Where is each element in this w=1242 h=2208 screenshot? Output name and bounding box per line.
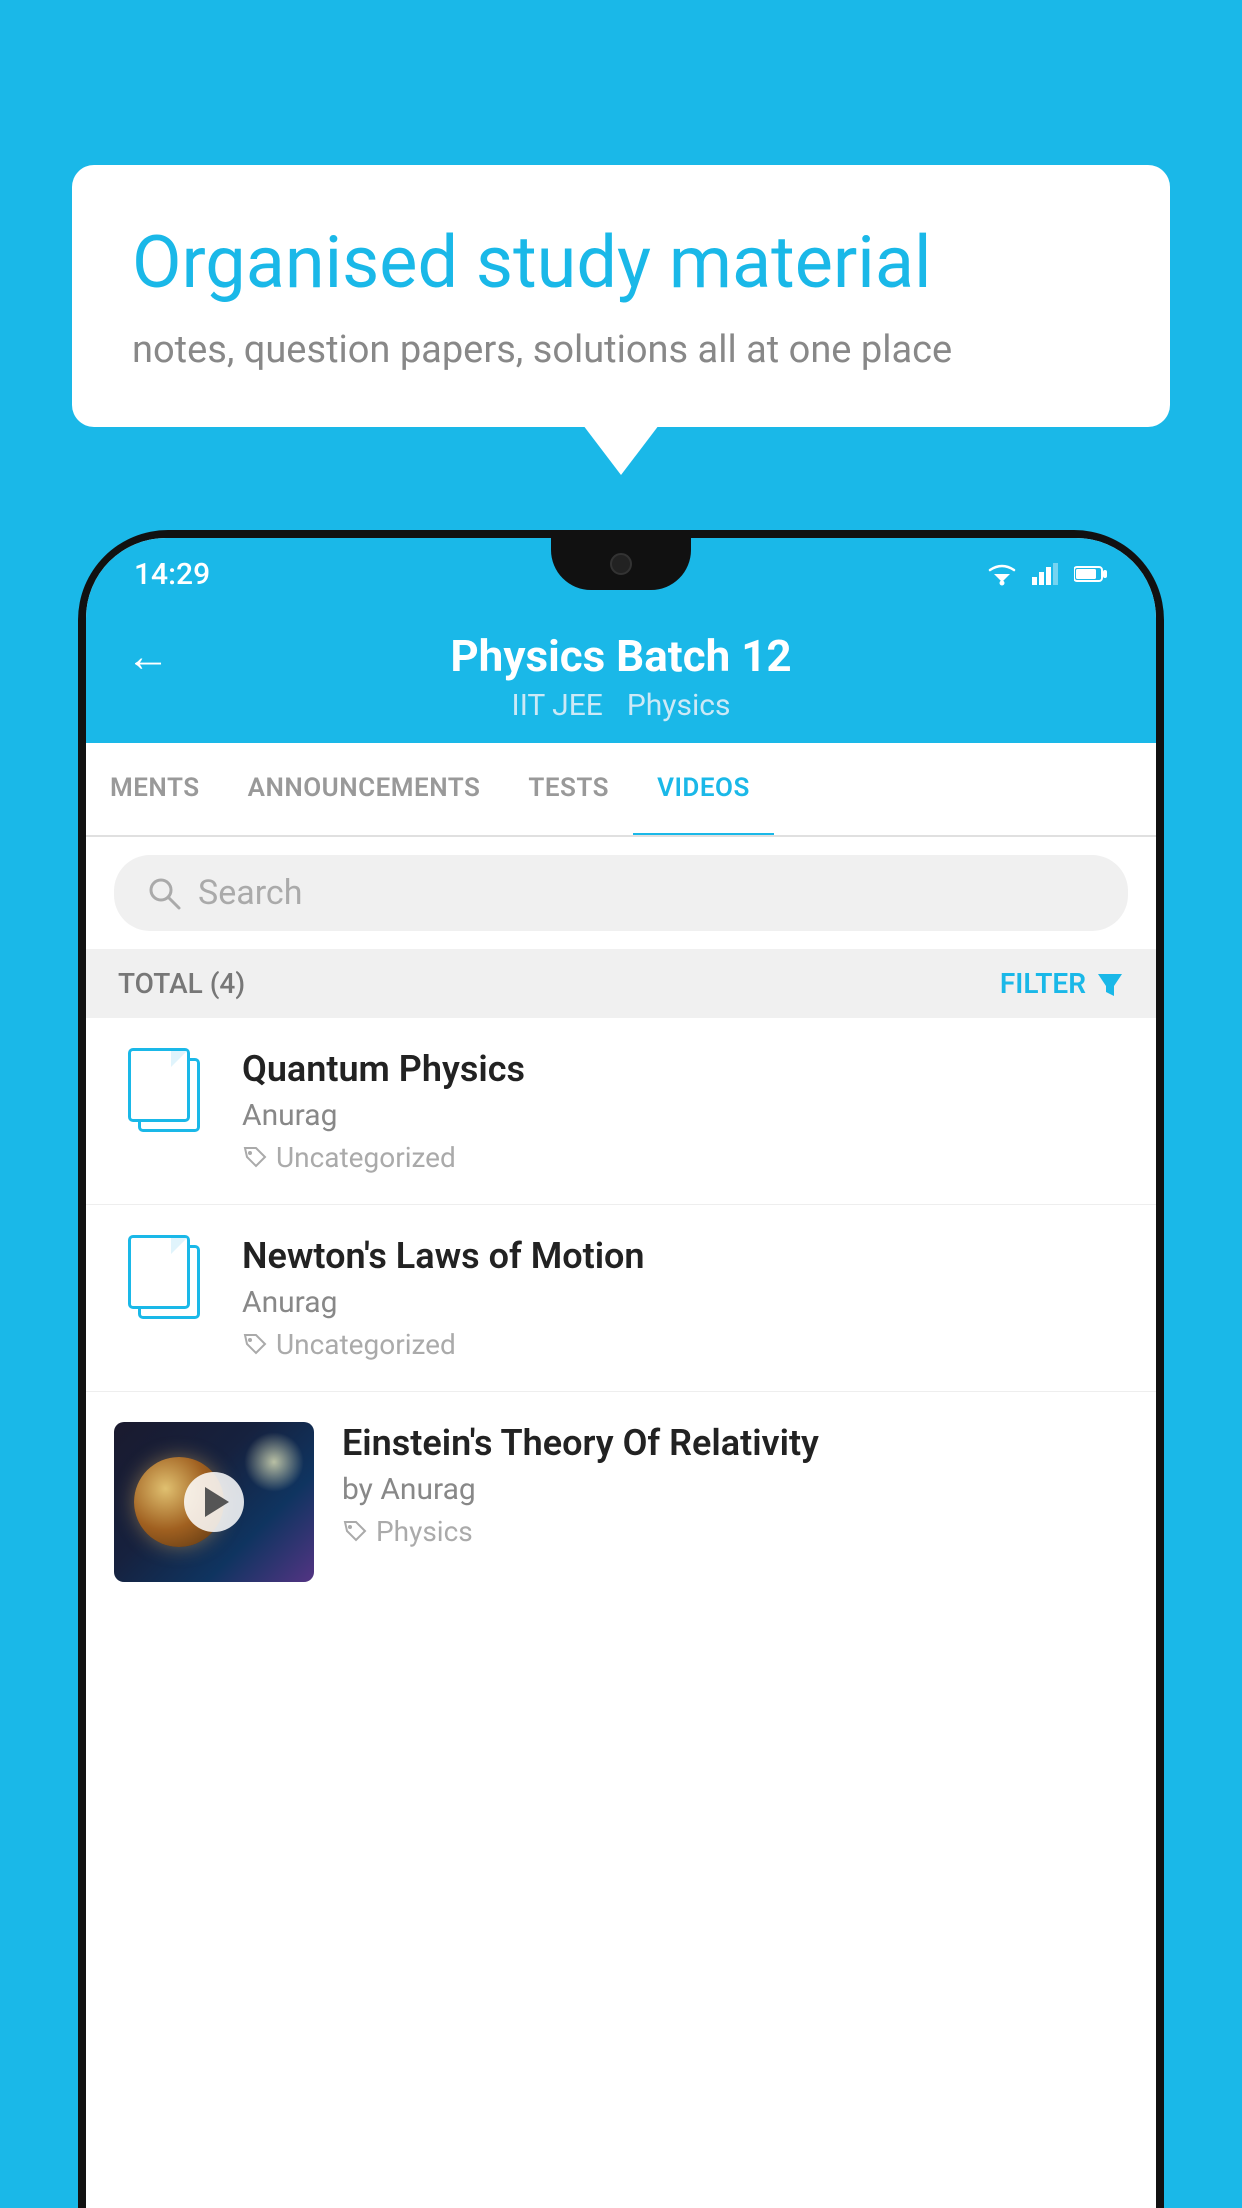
bubble-subtitle: notes, question papers, solutions all at… [132,328,1110,372]
video-author: by Anurag [342,1472,1128,1507]
tab-announcements[interactable]: ANNOUNCEMENTS [224,743,505,837]
tag-icon [242,1145,268,1171]
camera [610,553,632,575]
status-bar: 14:29 [86,538,1156,610]
play-triangle-icon [205,1487,229,1517]
status-icons [986,562,1108,586]
play-button[interactable] [184,1472,244,1532]
video-author: Anurag [242,1098,1128,1133]
video-info-3: Einstein's Theory Of Relativity by Anura… [342,1422,1128,1548]
header-row: ← Physics Batch 12 [126,630,1116,682]
speech-bubble: Organised study material notes, question… [72,165,1170,427]
filter-icon [1096,970,1124,998]
filter-button[interactable]: FILTER [1000,967,1124,1000]
wifi-icon [986,562,1018,586]
video-tag: Uncategorized [242,1141,1128,1174]
notch [551,538,691,590]
battery-icon [1074,565,1108,583]
list-item[interactable]: Einstein's Theory Of Relativity by Anura… [86,1392,1156,1612]
header-subtitle: IIT JEE Physics [512,688,731,723]
video-list: Quantum Physics Anurag Uncategorized [86,1018,1156,1612]
course-label: IIT JEE [512,688,603,723]
subject-label: Physics [627,688,731,723]
document-icon [128,1048,200,1134]
page-title: Physics Batch 12 [450,630,791,682]
list-item[interactable]: Newton's Laws of Motion Anurag Uncategor… [86,1205,1156,1392]
phone-frame: 14:29 [78,530,1164,2208]
phone-content: Search TOTAL (4) FILTER [86,837,1156,1612]
document-icon [128,1235,200,1321]
filter-label: FILTER [1000,967,1086,1000]
tag-icon [342,1519,368,1545]
video-title: Einstein's Theory Of Relativity [342,1422,1128,1464]
video-info-1: Quantum Physics Anurag Uncategorized [242,1048,1128,1174]
search-bar[interactable]: Search [114,855,1128,931]
search-icon [146,875,182,911]
filter-row: TOTAL (4) FILTER [86,949,1156,1018]
back-button[interactable]: ← [126,630,170,682]
video-title: Quantum Physics [242,1048,1128,1090]
video-info-2: Newton's Laws of Motion Anurag Uncategor… [242,1235,1128,1361]
glow-decoration [244,1432,304,1492]
video-thumbnail-2 [114,1235,214,1321]
video-tag: Physics [342,1515,1128,1548]
tag-icon [242,1332,268,1358]
search-container: Search [86,837,1156,949]
signal-icon [1032,563,1060,585]
tab-videos[interactable]: VIDEOS [633,743,774,837]
app-header: ← Physics Batch 12 IIT JEE Physics [86,610,1156,743]
tabs-bar: MENTS ANNOUNCEMENTS TESTS VIDEOS [86,743,1156,837]
search-placeholder: Search [198,873,302,913]
list-item[interactable]: Quantum Physics Anurag Uncategorized [86,1018,1156,1205]
phone-screen: 14:29 [86,538,1156,2208]
tab-ments[interactable]: MENTS [86,743,224,837]
video-thumbnail-1 [114,1048,214,1134]
status-time: 14:29 [134,557,210,592]
video-author: Anurag [242,1285,1128,1320]
video-title: Newton's Laws of Motion [242,1235,1128,1277]
tab-tests[interactable]: TESTS [504,743,633,837]
bubble-title: Organised study material [132,220,1110,306]
video-tag: Uncategorized [242,1328,1128,1361]
video-thumbnail-3 [114,1422,314,1582]
total-count: TOTAL (4) [118,967,245,1000]
